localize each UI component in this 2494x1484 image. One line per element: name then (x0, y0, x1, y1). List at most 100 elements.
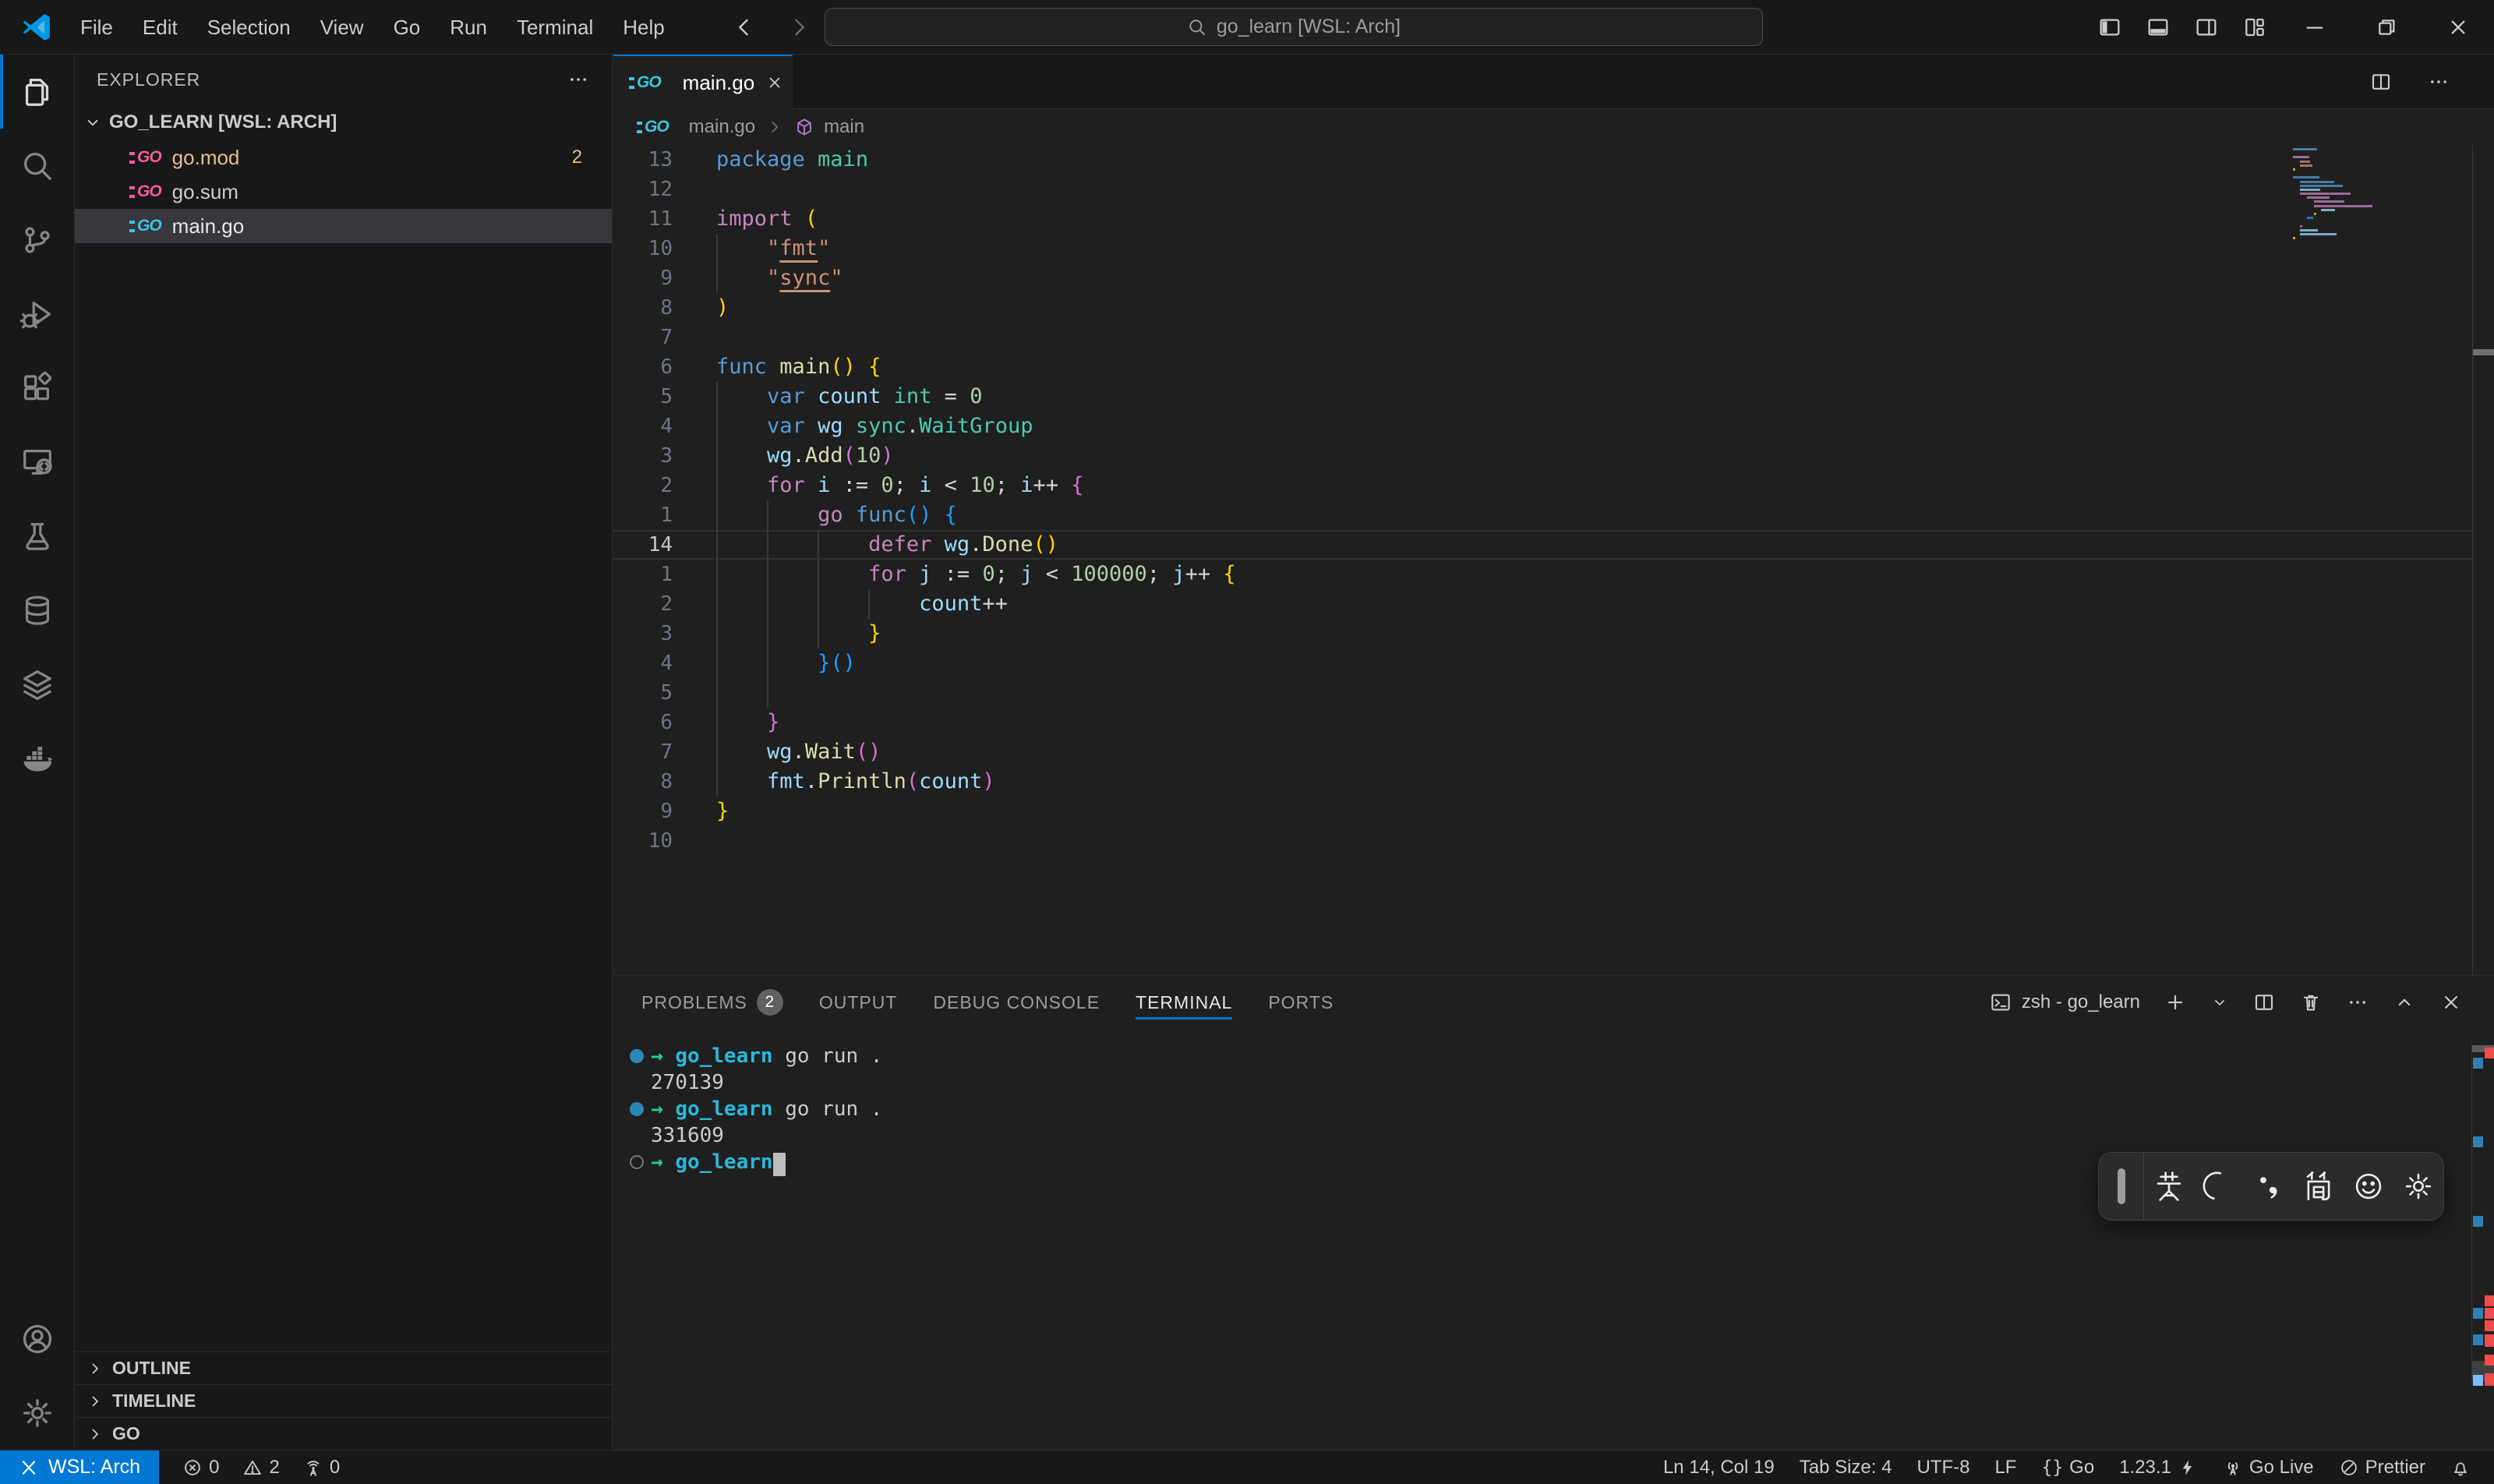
menu-run[interactable]: Run (435, 0, 502, 55)
breadcrumb-file[interactable]: main.go (689, 116, 755, 138)
code-line-9[interactable]: 9 "sync" (613, 263, 2472, 293)
kill-terminal-icon[interactable] (2299, 991, 2323, 1014)
code-line-14[interactable]: 14 defer wg.Done() (613, 530, 2472, 560)
workspace-section-header[interactable]: GO_LEARN [WSL: ARCH] (75, 104, 612, 140)
menu-terminal[interactable]: Terminal (502, 0, 608, 55)
minimize-icon[interactable] (2279, 0, 2351, 55)
panel-tab-problems[interactable]: PROBLEMS2 (641, 976, 783, 1029)
split-terminal-icon[interactable] (2252, 991, 2276, 1014)
toggle-panel-icon[interactable] (2134, 0, 2182, 55)
breadcrumb-symbol[interactable]: main (824, 116, 864, 138)
code-line-6[interactable]: 6 } (613, 708, 2472, 737)
menu-selection[interactable]: Selection (193, 0, 306, 55)
activity-manage[interactable] (0, 1376, 74, 1450)
activity-docker[interactable] (0, 721, 74, 795)
code-line-1[interactable]: 1 for j := 0; j < 100000; j++ { (613, 560, 2472, 589)
close-panel-icon[interactable] (2439, 991, 2463, 1014)
menu-edit[interactable]: Edit (128, 0, 193, 55)
remote-indicator[interactable]: WSL: Arch (0, 1450, 159, 1484)
activity-explorer[interactable] (0, 55, 74, 129)
status-prettier[interactable]: Prettier (2333, 1450, 2432, 1484)
command-center[interactable]: go_learn [WSL: Arch] (825, 8, 1763, 46)
activity-source-control[interactable] (0, 203, 74, 277)
menu-file[interactable]: File (65, 0, 128, 55)
close-tab-icon[interactable] (765, 73, 784, 92)
terminal-instance[interactable]: zsh - go_learn (1989, 991, 2140, 1014)
status-cursor-position[interactable]: Ln 14, Col 19 (1657, 1450, 1781, 1484)
code-line-10[interactable]: 10 (613, 826, 2472, 856)
code-line-2[interactable]: 2 count++ (613, 589, 2472, 619)
code-line-3[interactable]: 3 wg.Add(10) (613, 441, 2472, 471)
activity-database[interactable] (0, 573, 74, 647)
code-line-4[interactable]: 4 var wg sync.WaitGroup (613, 412, 2472, 441)
new-terminal-icon[interactable] (2164, 991, 2187, 1014)
menu-help[interactable]: Help (608, 0, 679, 55)
customize-layout-icon[interactable] (2231, 0, 2279, 55)
toggle-primary-sidebar-icon[interactable] (2086, 0, 2134, 55)
status-go-live[interactable]: Go Live (2217, 1450, 2320, 1484)
status-eol[interactable]: LF (1988, 1450, 2022, 1484)
code-line-6[interactable]: 6func main() { (613, 352, 2472, 382)
close-window-icon[interactable] (2422, 0, 2494, 55)
terminal[interactable]: → go_learn go run .270139→ go_learn go r… (623, 1043, 882, 1175)
panel-tab-debug-console[interactable]: DEBUG CONSOLE (933, 976, 1100, 1029)
status-forwarded-ports[interactable]: 0 (297, 1450, 346, 1484)
minimap[interactable] (2293, 148, 2460, 246)
code-line-9[interactable]: 9} (613, 797, 2472, 826)
activity-run-and-debug[interactable] (0, 277, 74, 351)
section-timeline[interactable]: TIMELINE (75, 1384, 612, 1417)
forward-icon[interactable] (786, 14, 812, 41)
code-line-5[interactable]: 5 var count int = 0 (613, 382, 2472, 412)
command-decoration[interactable] (623, 1049, 651, 1063)
code-line-8[interactable]: 8) (613, 293, 2472, 323)
panel-tab-terminal[interactable]: TERMINAL (1136, 976, 1232, 1029)
back-icon[interactable] (731, 14, 758, 41)
split-editor-icon[interactable] (2369, 70, 2393, 94)
code-line-4[interactable]: 4 }() (613, 648, 2472, 678)
code-line-2[interactable]: 2 for i := 0; i < 10; i++ { (613, 471, 2472, 500)
menu-view[interactable]: View (306, 0, 379, 55)
activity-remote-explorer[interactable] (0, 425, 74, 499)
panel-tab-ports[interactable]: PORTS (1268, 976, 1334, 1029)
status-indentation[interactable]: Tab Size: 4 (1793, 1450, 1899, 1484)
ime-english-mode[interactable] (2144, 1170, 2194, 1203)
code-line-3[interactable]: 3 } (613, 619, 2472, 648)
explorer-more-actions-icon[interactable] (567, 68, 590, 91)
panel-tab-output[interactable]: OUTPUT (819, 976, 898, 1029)
code-line-11[interactable]: 11import ( (613, 204, 2472, 234)
ime-ime-settings[interactable] (2393, 1170, 2443, 1203)
ime-emoji-picker[interactable] (2344, 1170, 2393, 1203)
tab-main-go[interactable]: GO main.go (613, 55, 793, 109)
file-item-main.go[interactable]: GOmain.go (75, 209, 612, 243)
restore-icon[interactable] (2351, 0, 2422, 55)
status-go-version[interactable]: 1.23.1 (2113, 1450, 2204, 1484)
ime-punctuation-mode[interactable] (2244, 1170, 2294, 1203)
toggle-secondary-sidebar-icon[interactable] (2182, 0, 2231, 55)
editor-more-actions-icon[interactable] (2427, 70, 2450, 94)
code-line-5[interactable]: 5 (613, 678, 2472, 708)
maximize-panel-icon[interactable] (2393, 991, 2416, 1014)
status-language-mode[interactable]: {}Go (2035, 1450, 2100, 1484)
activity-testing[interactable] (0, 499, 74, 573)
activity-extensions[interactable] (0, 351, 74, 425)
file-item-go.mod[interactable]: GOgo.mod2 (75, 140, 612, 175)
code-editor[interactable]: 13package main1211import (10 "fmt"9 "syn… (613, 145, 2472, 975)
command-decoration[interactable] (623, 1102, 651, 1116)
code-line-13[interactable]: 13package main (613, 145, 2472, 175)
activity-search[interactable] (0, 129, 74, 203)
code-line-12[interactable]: 12 (613, 175, 2472, 204)
ime-simplified-chinese[interactable] (2294, 1170, 2344, 1203)
code-line-7[interactable]: 7 wg.Wait() (613, 737, 2472, 767)
status-errors[interactable]: 0 (176, 1450, 225, 1484)
terminal-profile-dropdown-icon[interactable] (2210, 993, 2229, 1012)
status-notifications[interactable] (2444, 1450, 2477, 1484)
activity-containers[interactable] (0, 647, 74, 721)
section-go[interactable]: GO (75, 1417, 612, 1450)
code-line-8[interactable]: 8 fmt.Println(count) (613, 767, 2472, 797)
code-line-1[interactable]: 1 go func() { (613, 500, 2472, 530)
menu-go[interactable]: Go (379, 0, 436, 55)
activity-accounts[interactable] (0, 1302, 74, 1376)
status-warnings[interactable]: 2 (236, 1450, 285, 1484)
code-line-10[interactable]: 10 "fmt" (613, 234, 2472, 263)
ime-half-full-width[interactable] (2194, 1170, 2244, 1203)
